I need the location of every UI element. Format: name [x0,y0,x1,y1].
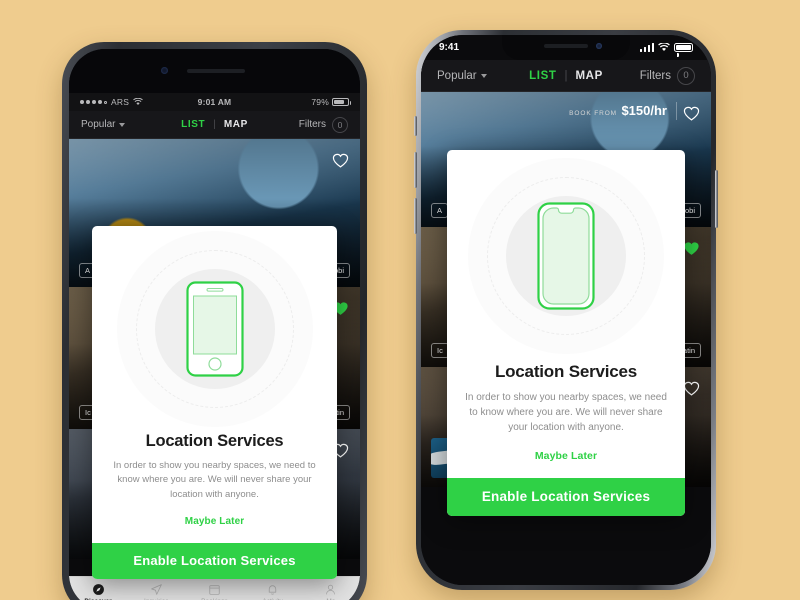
sort-label: Popular [437,69,477,82]
favorite-heart-icon[interactable] [683,105,700,122]
wifi-icon [658,43,670,51]
sort-label: Popular [81,119,116,130]
maybe-later-button[interactable]: Maybe Later [110,516,319,527]
nav-bar-left: Popular LIST | MAP Filters 0 [69,111,360,139]
filters-count-badge: 0 [332,116,348,133]
chevron-down-icon [119,122,126,127]
status-time: 9:41 [439,42,460,53]
modal-illustration [447,150,685,362]
bottom-tab-bar[interactable]: Discover Inquiries Bookings [69,576,360,600]
favorite-heart-icon[interactable] [683,380,700,397]
filters-label: Filters [639,69,671,82]
tab-discover[interactable]: Discover [69,577,127,600]
phone-left-screen-shell: ARS 9:01 AM 79% Popular LIST | MAP Filte… [69,49,360,600]
listing-chip-left: A [431,203,449,218]
location-services-modal-left: Location Services In order to show you n… [92,226,337,580]
modal-description: In order to show you nearby spaces, we n… [465,392,667,434]
location-services-modal-right: Location Services In order to show you n… [447,150,685,516]
status-bar-left: ARS 9:01 AM 79% [69,93,360,111]
maybe-later-button[interactable]: Maybe Later [465,450,667,462]
filters-label: Filters [298,119,326,130]
price-badge: BOOK FROM $150/hr [569,102,677,120]
modal-description: In order to show you nearby spaces, we n… [113,460,316,500]
tab-activity[interactable]: Activity [244,577,302,600]
volume-down-button[interactable] [414,198,417,234]
price-from-label: BOOK FROM [569,110,617,117]
tab-map[interactable]: MAP [224,119,248,130]
volume-up-button[interactable] [414,152,417,188]
enable-location-services-button[interactable]: Enable Location Services [447,477,685,516]
phone-right-screen: 9:41 Popular LIST | MAP Filters 0 BOOK F… [421,35,711,585]
battery-full-icon [674,43,693,52]
calendar-icon [209,584,220,595]
front-camera-icon [160,67,168,74]
tab-list[interactable]: LIST [529,70,556,82]
nav-separator: | [213,119,216,130]
phone-left-screen: ARS 9:01 AM 79% Popular LIST | MAP Filte… [69,93,360,600]
modal-body: Location Services In order to show you n… [447,362,685,478]
status-bar-right: 9:41 [421,35,711,60]
compass-icon [92,583,104,595]
nav-separator: | [564,69,568,82]
filters-count-badge: 0 [677,66,695,85]
favorite-heart-icon[interactable] [332,152,349,169]
tab-me[interactable]: Me [302,577,360,600]
nav-bar-right: Popular LIST | MAP Filters 0 [421,60,711,92]
modal-illustration [92,226,337,432]
chevron-down-icon [480,73,487,78]
modal-title: Location Services [145,432,284,450]
modal-body: Location Services In order to show you n… [92,432,337,543]
filters-button-left[interactable]: Filters 0 [298,116,348,133]
status-time: 9:01 AM [197,97,232,107]
bell-icon [269,584,277,595]
modal-title: Location Services [494,362,638,381]
phone-left-top-bezel [69,49,360,93]
tab-bookings[interactable]: Bookings [185,577,243,600]
status-right-group [639,43,693,52]
cellular-bars-icon [639,43,654,52]
phone-home-button-icon [185,281,244,377]
enable-location-services-button[interactable]: Enable Location Services [92,543,337,580]
phone-right-iphonex: 9:41 Popular LIST | MAP Filters 0 BOOK F… [414,30,718,590]
filters-button-right[interactable]: Filters 0 [639,66,695,85]
earpiece-speaker-icon [186,69,245,73]
person-icon [326,584,336,594]
tab-inquiries[interactable]: Inquiries [127,577,185,600]
phone-left-iphone8: ARS 9:01 AM 79% Popular LIST | MAP Filte… [62,42,367,600]
favorite-heart-filled-icon[interactable] [683,240,700,257]
phone-right-screen-shell: 9:41 Popular LIST | MAP Filters 0 BOOK F… [421,35,711,585]
sort-dropdown-right[interactable]: Popular [437,70,487,82]
tab-map[interactable]: MAP [575,70,602,82]
phone-notch-icon [537,202,595,310]
paper-plane-icon [150,583,162,595]
price-value: $150/hr [621,103,667,118]
mute-switch-button[interactable] [414,116,417,136]
power-button[interactable] [715,170,718,228]
tab-list[interactable]: LIST [181,119,205,130]
sort-dropdown-left[interactable]: Popular [81,119,126,130]
battery-icon [332,98,351,106]
